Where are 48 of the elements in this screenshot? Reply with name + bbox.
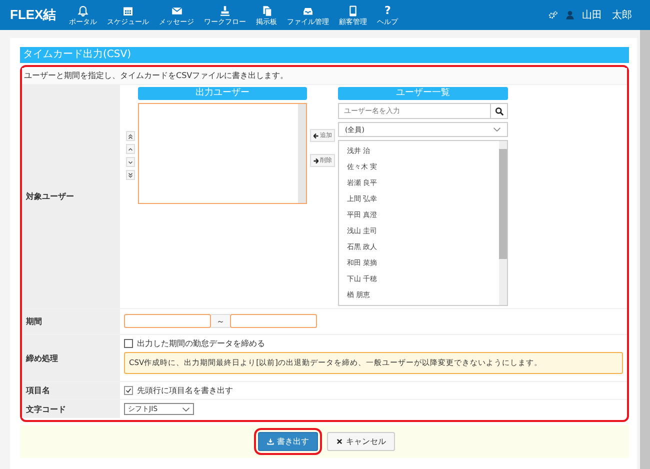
column-heading: 出力ユーザー [138,87,307,100]
bell-icon [77,5,90,17]
settings-icon[interactable] [548,10,558,20]
move-down-button[interactable] [126,157,135,167]
arrow-right-icon [313,158,319,164]
chevron-down-icon [127,158,134,166]
range-separator: ～ [211,314,230,328]
start-date-field[interactable] [124,314,211,328]
panel-title: タイムカード出力(CSV) [20,47,629,63]
chevron-up-icon [127,146,134,152]
field-label: 期間 [22,309,120,334]
search-button[interactable] [491,103,508,119]
user-name[interactable]: 山田 太郎 [582,8,632,22]
chevron-down-icon [493,127,501,132]
tablet-icon [347,5,360,17]
double-chevron-up-icon [127,132,134,140]
scrollbar[interactable] [499,141,507,305]
export-button[interactable]: 書き出す [258,432,318,451]
stamp-icon [219,5,232,17]
logo[interactable]: FLEX結 [10,6,56,24]
search-icon [494,106,504,116]
end-date-field[interactable] [230,314,317,328]
move-up-button[interactable] [126,144,135,154]
field-label: 対象ユーザー [22,85,120,308]
checkbox-label[interactable]: 出力した期間の勤怠データを締める [124,338,623,349]
calendar-icon [122,5,134,17]
column-heading: ユーザー一覧 [338,87,508,100]
chevron-down-icon [182,406,190,412]
scrollbar[interactable] [640,30,650,469]
envelope-icon [170,5,183,17]
field-label: 締め処理 [22,335,120,381]
tray-icon [302,5,314,17]
field-label: 文字コード [22,400,120,418]
double-chevron-down-icon [127,172,134,178]
field-label: 項目名 [22,382,120,399]
arrow-left-icon [313,132,319,138]
download-icon [267,438,274,445]
description: ユーザーと期間を指定し、タイムカードをCSVファイルに書き出します。 [22,68,627,84]
close-icon [336,438,343,445]
document-icon [260,5,273,17]
checkbox[interactable] [124,339,133,348]
cancel-button[interactable]: キャンセル [327,432,395,451]
checkbox[interactable] [124,386,133,395]
checkbox-label[interactable]: 先頭行に項目名を書き出す [124,385,233,396]
move-top-button[interactable] [126,131,135,141]
user-icon [565,10,575,20]
scrollbar[interactable] [298,104,306,203]
move-bottom-button[interactable] [126,170,135,180]
